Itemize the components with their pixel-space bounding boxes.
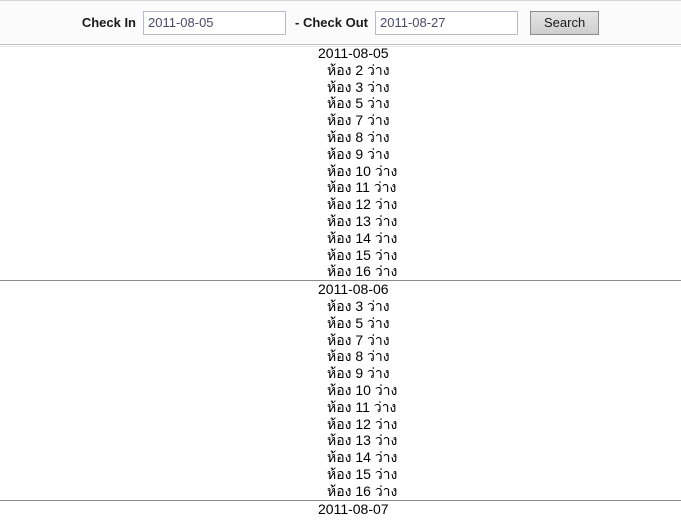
checkout-label: - Check Out [295, 15, 368, 30]
availability-list: 2011-08-05 ห้อง 2 ว่าง ห้อง 3 ว่าง ห้อง 5 ว… [0, 45, 681, 517]
room-availability-line: ห้อง 10 ว่าง [327, 162, 398, 179]
room-availability-line: ห้อง 10 ว่าง [327, 381, 398, 398]
room-availability-line: ห้อง 11 ว่าง [327, 398, 397, 415]
checkout-date-input[interactable] [374, 10, 518, 35]
room-availability-line: ห้อง 3 ว่าง [327, 297, 390, 314]
room-availability-line: ห้อง 9 ว่าง [327, 145, 390, 162]
checkout-label-text: Check Out [302, 15, 368, 30]
room-availability-line: ห้อง 2 ว่าง [327, 61, 390, 78]
search-button[interactable]: Search [529, 10, 600, 35]
day-block: 2011-08-06 ห้อง 3 ว่าง ห้อง 5 ว่าง ห้อง 7 ว… [0, 281, 681, 501]
room-availability-line: ห้อง 12 ว่าง [327, 415, 398, 432]
room-availability-line: ห้อง 13 ว่าง [327, 432, 398, 449]
day-block-inner: 2011-08-07 [0, 501, 681, 518]
room-availability-line: ห้อง 11 ว่าง [327, 179, 397, 196]
day-date-heading: 2011-08-06 [318, 281, 389, 298]
search-bar: Check In - Check Out Search [0, 0, 681, 47]
field-separator: - [295, 15, 300, 30]
checkin-date-input[interactable] [143, 10, 286, 35]
room-availability-line: ห้อง 13 ว่าง [327, 212, 398, 229]
room-availability-line: ห้อง 3 ว่าง [327, 78, 390, 95]
room-availability-line: ห้อง 9 ว่าง [327, 365, 390, 382]
day-date-heading: 2011-08-07 [318, 500, 389, 517]
room-availability-line: ห้อง 14 ว่าง [327, 449, 398, 466]
room-availability-line: ห้อง 15 ว่าง [327, 246, 398, 263]
room-availability-line: ห้อง 7 ว่าง [327, 112, 390, 129]
room-availability-line: ห้อง 8 ว่าง [327, 348, 390, 365]
day-block-inner: 2011-08-06 ห้อง 3 ว่าง ห้อง 5 ว่าง ห้อง 7 ว… [0, 281, 681, 499]
room-availability-line: ห้อง 5 ว่าง [327, 314, 390, 331]
room-availability-line: ห้อง 16 ว่าง [327, 263, 398, 280]
day-block: 2011-08-05 ห้อง 2 ว่าง ห้อง 3 ว่าง ห้อง 5 ว… [0, 45, 681, 282]
room-availability-line: ห้อง 7 ว่าง [327, 331, 390, 348]
day-block-inner: 2011-08-05 ห้อง 2 ว่าง ห้อง 3 ว่าง ห้อง 5 ว… [0, 45, 681, 280]
room-availability-line: ห้อง 14 ว่าง [327, 229, 398, 246]
room-availability-line: ห้อง 12 ว่าง [327, 196, 398, 213]
room-availability-line: ห้อง 16 ว่าง [327, 482, 398, 499]
day-date-heading: 2011-08-05 [318, 45, 389, 61]
day-block: 2011-08-07 [0, 501, 681, 518]
room-availability-line: ห้อง 8 ว่าง [327, 128, 390, 145]
checkin-label: Check In [81, 15, 136, 30]
room-availability-line: ห้อง 15 ว่าง [327, 465, 398, 482]
room-availability-line: ห้อง 5 ว่าง [327, 95, 390, 112]
